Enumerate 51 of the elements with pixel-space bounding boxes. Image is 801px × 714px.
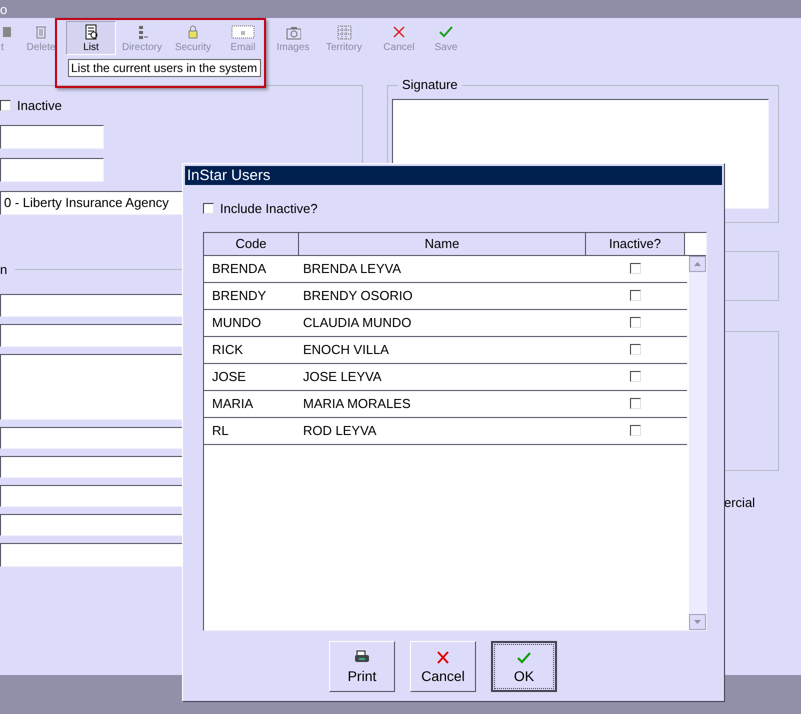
column-header[interactable]: Name: [299, 232, 586, 254]
printer-icon: [354, 650, 370, 664]
table-cell-text: ENOCH VILLA: [302, 340, 390, 359]
column-header[interactable]: Code: [204, 232, 299, 254]
cancel-icon: [435, 650, 451, 664]
checkbox[interactable]: [630, 398, 641, 409]
list-icon: [83, 24, 99, 40]
checkbox[interactable]: [630, 344, 641, 355]
table-cell-text: BRENDY: [211, 286, 268, 305]
table-cell-text: RL: [211, 422, 230, 440]
checkbox[interactable]: [630, 371, 641, 382]
input-field[interactable]: [0, 124, 104, 148]
toolbar-button[interactable]: List: [66, 21, 116, 55]
dialog-button[interactable]: OK: [491, 640, 557, 692]
scroll-up-icon: [689, 256, 706, 272]
checkbox[interactable]: [203, 203, 214, 214]
checkbox[interactable]: [630, 425, 641, 436]
tooltip: List the current users in the system: [68, 59, 261, 77]
checkbox[interactable]: [630, 317, 641, 328]
dialog-button[interactable]: Cancel: [410, 640, 476, 692]
window-title: o: [0, 2, 8, 16]
group-label: Signature: [398, 77, 462, 93]
table-cell-text: CLAUDIA MUNDO: [302, 314, 412, 332]
checkbox[interactable]: [630, 263, 641, 274]
table-cell-text: JOSE LEYVA: [302, 368, 383, 386]
cancel-icon: [391, 24, 407, 40]
dialog-button[interactable]: Print: [329, 640, 395, 692]
table-cell-text: RICK: [211, 340, 244, 359]
envelope-icon: [231, 24, 255, 40]
table-cell-text: BRENDY OSORIO: [302, 286, 414, 305]
scroll-down-icon: [689, 614, 706, 630]
table-cell-text: BRENDA LEYVA: [302, 260, 402, 278]
table-cell-text: MARIA MORALES: [302, 394, 412, 413]
checkbox-label: Inactive: [17, 97, 62, 115]
input-field[interactable]: [0, 158, 104, 182]
table-cell-text: ROD LEYVA: [302, 422, 378, 440]
table-cell-text: BRENDA: [211, 260, 268, 278]
section-label: n: [0, 261, 8, 279]
table-cell-text: MARIA: [211, 394, 254, 413]
dialog-title: InStar Users: [187, 168, 270, 183]
checkbox[interactable]: [0, 100, 11, 112]
checkmark-icon: [516, 650, 532, 664]
table-cell-text: MUNDO: [211, 314, 262, 332]
scrollbar[interactable]: [689, 256, 706, 630]
checkmark-icon: [438, 24, 454, 40]
column-header[interactable]: Inactive?: [586, 232, 685, 254]
camera-icon: [285, 24, 301, 40]
table-cell-text: JOSE: [211, 368, 247, 386]
grid-icon: [336, 24, 352, 40]
checkbox[interactable]: [630, 290, 641, 301]
option-label: ercial: [724, 495, 756, 510]
